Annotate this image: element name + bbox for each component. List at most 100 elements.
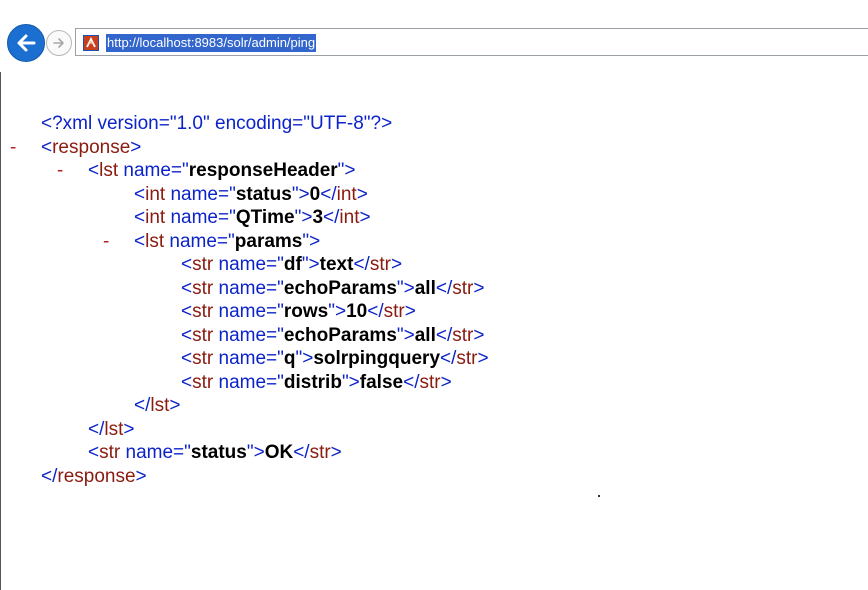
attr: name=" [118,160,189,181]
status-line: <str name="status">OK</str> [88,441,342,465]
bracket: < [181,324,193,346]
address-bar[interactable]: http://localhost:8983/solr/admin/ping [75,28,868,56]
bracket: > [404,301,416,322]
bracket: "> [328,301,347,322]
bracket: < [181,254,193,275]
element-value: solrpingquery [313,348,441,369]
bracket: < [181,371,193,393]
bracket: > [359,207,371,228]
bracket: < [134,183,146,205]
browser-toolbar: http://localhost:8983/solr/admin/ping [0,0,868,72]
bracket: < [41,136,53,158]
bracket: </ [134,395,151,416]
bracket: > [123,418,135,440]
bracket: "> [246,442,265,463]
bracket: > [473,324,485,346]
attr: name=" [213,301,284,322]
tag-name: int [336,183,357,205]
tag-name: lst [150,395,170,416]
bracket: </ [41,465,58,487]
attr-value: status [190,442,247,463]
element-value: all [414,324,436,346]
bracket: > [135,465,147,487]
tag-name: lst [104,418,124,440]
collapse-toggle[interactable]: - [10,136,16,160]
attr: name=" [165,207,236,228]
tag-name: str [452,324,474,346]
forward-arrow-icon [53,38,64,48]
site-favicon-icon [83,35,99,51]
tag-name: lst [99,160,119,181]
bracket: > [477,348,489,369]
tag-name: str [452,277,474,299]
tag-name: int [145,207,166,228]
bracket: < [134,230,146,252]
tag-name: str [192,301,214,322]
window-edge-divider [0,72,1,590]
bracket: "> [291,183,310,205]
element-value: all [414,277,436,299]
bracket: < [181,348,193,369]
bracket: > [390,254,403,275]
attr-value: QTime [235,207,295,228]
attr: name=" [213,254,284,275]
tag-name: int [145,183,166,205]
tag-name: str [369,254,391,275]
bracket: < [88,442,100,463]
collapse-toggle[interactable]: - [57,159,63,183]
tag-name: str [309,442,331,463]
bracket: "> [295,348,314,369]
attr: name=" [213,371,284,393]
response-open-line: <response> [41,136,141,160]
element-value: text [319,254,354,275]
bracket: < [134,207,146,228]
xml-element-line: <int name="QTime">3</int> [134,206,371,230]
bracket: "> [294,207,313,228]
bracket: "> [341,371,360,393]
attr-value: responseHeader [188,160,338,181]
tag-name: str [192,254,214,275]
tag-name: int [339,207,360,228]
element-value: false [359,371,404,393]
bracket: > [473,277,485,299]
bracket: </ [88,418,105,440]
attr-value: status [235,183,292,205]
tag-name: str [419,371,441,393]
bracket: > [169,395,181,416]
bracket: "> [302,230,321,252]
bracket: </ [435,277,453,299]
forward-button[interactable] [46,30,72,56]
bracket: < [181,301,193,322]
element-value: 10 [346,301,368,322]
response-header-open-line: <lst name="responseHeader"> [88,159,356,183]
tag-name: lst [145,230,165,252]
back-button[interactable] [7,24,45,62]
response-header-close-line: </lst> [88,418,134,442]
attr-value: q [283,348,296,369]
bracket: < [88,160,100,181]
attr-value: echoParams [283,277,397,299]
attr-value: rows [283,301,329,322]
xml-element-line: <str name="rows">10</str> [181,300,416,324]
xml-declaration: <?xml version="1.0" encoding="UTF-8"?> [41,113,393,134]
bracket: > [440,371,452,393]
collapse-toggle[interactable]: - [103,230,109,254]
tag-name: response [52,136,131,158]
bracket: "> [337,160,356,181]
attr: name=" [164,230,235,252]
bracket: </ [435,324,453,346]
tag-name: str [192,324,214,346]
tag-name: str [192,348,214,369]
bracket: </ [353,254,370,275]
element-value: 3 [312,207,324,228]
back-arrow-icon [17,34,36,52]
bracket: > [330,442,342,463]
url-text[interactable]: http://localhost:8983/solr/admin/ping [106,34,317,52]
attr: name=" [213,277,284,299]
bracket: </ [323,207,340,228]
tag-name: str [383,301,405,322]
params-open-line: <lst name="params"> [134,230,320,254]
element-value: 0 [309,183,321,205]
bracket: "> [301,254,320,275]
tag-name: str [456,348,478,369]
